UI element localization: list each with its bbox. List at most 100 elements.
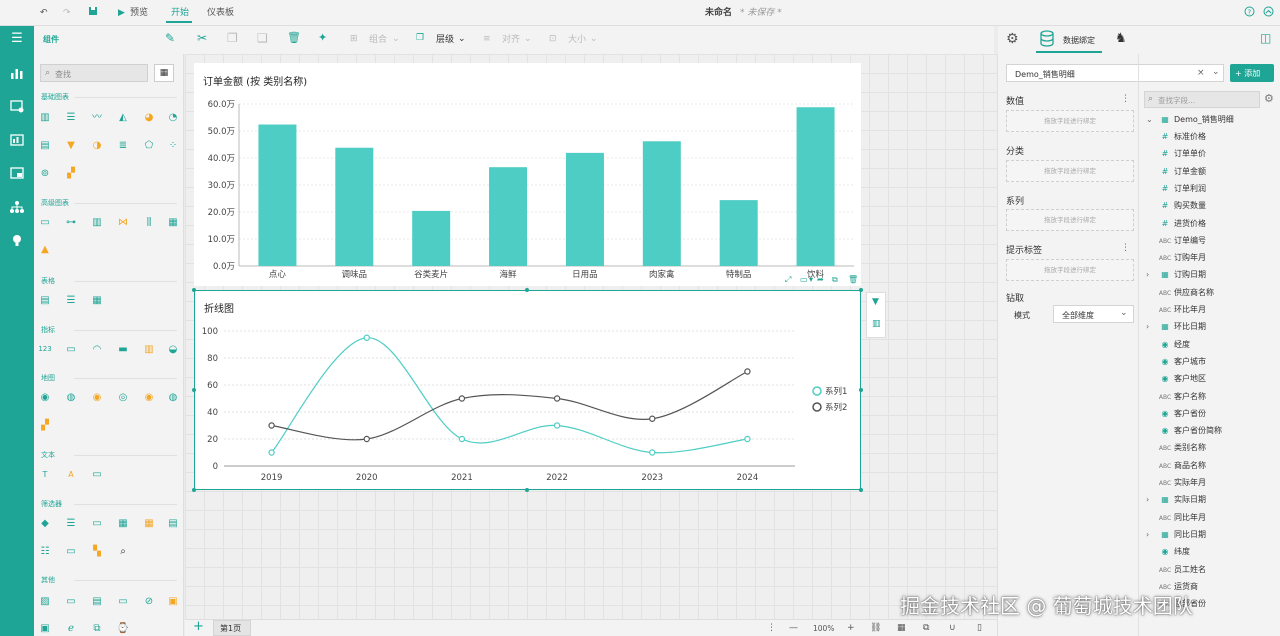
field-item[interactable]: # 订单利润: [1146, 182, 1206, 196]
line-chart-icon[interactable]: 〰: [90, 111, 104, 124]
point-map-icon[interactable]: ◉: [142, 391, 156, 404]
custom-map-icon[interactable]: ▞: [38, 419, 52, 432]
pareto-chart-icon[interactable]: ▥: [90, 216, 104, 229]
field-item[interactable]: ◉ 客户省份: [1146, 407, 1207, 421]
field-item[interactable]: ◉ 客户地区: [1146, 372, 1207, 386]
hamburger-menu-icon[interactable]: ☰: [8, 32, 26, 46]
field-item[interactable]: › ▦ 实际日期: [1146, 493, 1206, 507]
report-icon[interactable]: [8, 133, 26, 147]
treemap-chart-icon[interactable]: ▞: [64, 167, 78, 180]
bullet-chart-icon[interactable]: ▥: [142, 343, 156, 356]
container-icon[interactable]: ▭: [116, 595, 130, 608]
component-search[interactable]: ⌕ 查找: [40, 64, 148, 82]
undo-icon[interactable]: ↶: [40, 7, 48, 19]
database-icon[interactable]: [1040, 30, 1054, 50]
trash-icon[interactable]: 🗑: [848, 275, 858, 284]
dropdown-filter-icon[interactable]: ▭: [90, 517, 104, 530]
chevron-down-icon[interactable]: ⌄: [1212, 67, 1220, 77]
data-source-icon[interactable]: [8, 99, 26, 113]
field-item[interactable]: ABC 实际年月: [1146, 476, 1206, 490]
rich-text-icon[interactable]: A: [64, 468, 78, 481]
settings-gear-icon[interactable]: ⚙: [1006, 31, 1019, 47]
pin-icon[interactable]: ✎: [165, 32, 175, 44]
chevron-right-icon[interactable]: ›: [1146, 320, 1156, 334]
flow-map-icon[interactable]: ◎: [116, 391, 130, 404]
horizontal-bar-icon[interactable]: ☰: [64, 111, 78, 124]
tooltip-drop-zone[interactable]: 拖放字段进行绑定: [1006, 259, 1134, 281]
clear-icon[interactable]: ×: [1197, 68, 1205, 78]
layer-button[interactable]: 层级: [436, 34, 454, 46]
field-item[interactable]: › ▦ 同比日期: [1146, 528, 1206, 542]
format-brush-icon[interactable]: ✦: [318, 32, 327, 44]
size-button[interactable]: 大小: [568, 34, 586, 46]
group-chevron-icon[interactable]: ⌄: [392, 33, 400, 45]
add-page-icon[interactable]: +: [193, 620, 204, 633]
tree-filter-icon[interactable]: ☷: [38, 545, 52, 558]
drill-mode-select[interactable]: 全部维度 ⌄: [1053, 305, 1134, 323]
region-map-icon[interactable]: ◉: [38, 391, 52, 404]
resize-handle[interactable]: [525, 288, 529, 292]
link-icon[interactable]: ⛓: [870, 622, 881, 634]
group-button[interactable]: 组合: [369, 34, 387, 46]
expand-icon[interactable]: ⤢: [785, 275, 791, 285]
collapse-up-icon[interactable]: [1263, 6, 1274, 21]
paste-icon[interactable]: ❏: [257, 32, 268, 44]
text-box-icon[interactable]: T: [38, 468, 52, 481]
timeline-chart-icon[interactable]: ⊶: [64, 216, 78, 229]
grid-view-icon[interactable]: ▦: [154, 64, 174, 82]
resize-handle[interactable]: [192, 388, 196, 392]
histogram-chart-icon[interactable]: ▦: [166, 216, 180, 229]
globe-map-icon[interactable]: ◍: [166, 391, 180, 404]
button-icon[interactable]: ▣: [166, 595, 180, 608]
start-menu[interactable]: 开始: [171, 7, 189, 19]
help-icon[interactable]: ?: [1244, 6, 1255, 21]
text-filter-icon[interactable]: ▭: [64, 545, 78, 558]
funnel-filter-icon[interactable]: ▼: [872, 297, 879, 307]
field-item[interactable]: ◉ 经度: [1146, 338, 1191, 352]
pivot-table-icon[interactable]: ▦: [90, 294, 104, 307]
heat-map-icon[interactable]: ◉: [90, 391, 104, 404]
group-icon[interactable]: ⊞: [350, 33, 358, 45]
field-item[interactable]: ◉ 客户城市: [1146, 355, 1207, 369]
kpi-card-icon[interactable]: ▭: [64, 343, 78, 356]
funnel-chart-icon[interactable]: ▼: [64, 139, 78, 152]
preview-menu[interactable]: 预览: [130, 7, 148, 19]
radar-chart-icon[interactable]: ⬠: [142, 139, 156, 152]
lightbulb-icon[interactable]: [8, 233, 26, 247]
add-dataset-button[interactable]: + 添加: [1230, 64, 1274, 82]
field-item[interactable]: › ▦ 订购日期: [1146, 268, 1206, 282]
field-item[interactable]: ABC 订购年月: [1146, 251, 1206, 265]
progress-bar-icon[interactable]: ▬: [116, 343, 130, 356]
duplicate-icon[interactable]: ⧉: [832, 275, 838, 285]
boxplot-chart-icon[interactable]: ⫼: [142, 216, 156, 229]
resize-handle[interactable]: [859, 488, 863, 492]
field-item[interactable]: ◉ 纬度: [1146, 545, 1191, 559]
area-chart-icon[interactable]: ◭: [116, 111, 130, 124]
number-filter-icon[interactable]: ▚: [90, 545, 104, 558]
calendar-chart-icon[interactable]: ▭: [38, 216, 52, 229]
cut-icon[interactable]: ✂: [197, 32, 207, 44]
field-item[interactable]: ◉ 客户省份简称: [1146, 424, 1223, 438]
series-drop-zone[interactable]: 拖放字段进行绑定: [1006, 209, 1134, 231]
dataset-select[interactable]: Demo_销售明细 × ⌄: [1006, 64, 1224, 82]
tab-container-icon[interactable]: ▤: [90, 595, 104, 608]
field-search[interactable]: ⌕ 查找字段...: [1144, 91, 1260, 108]
bar-chart-icon[interactable]: ▥: [38, 111, 52, 124]
size-icon[interactable]: ⊡: [549, 33, 557, 45]
expand-icon[interactable]: ⌄: [1146, 113, 1156, 127]
align-button[interactable]: 对齐: [502, 34, 520, 46]
field-item[interactable]: # 标准价格: [1146, 130, 1206, 144]
panel-toggle-icon[interactable]: ◫: [1260, 31, 1271, 45]
align-chevron-icon[interactable]: ⌄: [524, 33, 532, 45]
field-item[interactable]: ABC 供应商名称: [1146, 286, 1214, 300]
chevron-right-icon[interactable]: ›: [1146, 493, 1156, 507]
web-browser-icon[interactable]: ℯ: [64, 622, 78, 635]
resize-handle[interactable]: [192, 488, 196, 492]
layer-icon[interactable]: ❐: [416, 32, 424, 44]
magnet-icon[interactable]: ∪: [949, 622, 956, 634]
chart-components-icon[interactable]: [8, 66, 26, 80]
chevron-right-icon[interactable]: ›: [1146, 528, 1156, 542]
hierarchy-icon[interactable]: [8, 200, 26, 214]
chevron-right-icon[interactable]: ›: [1146, 268, 1156, 282]
play-icon[interactable]: ▶: [118, 7, 125, 19]
